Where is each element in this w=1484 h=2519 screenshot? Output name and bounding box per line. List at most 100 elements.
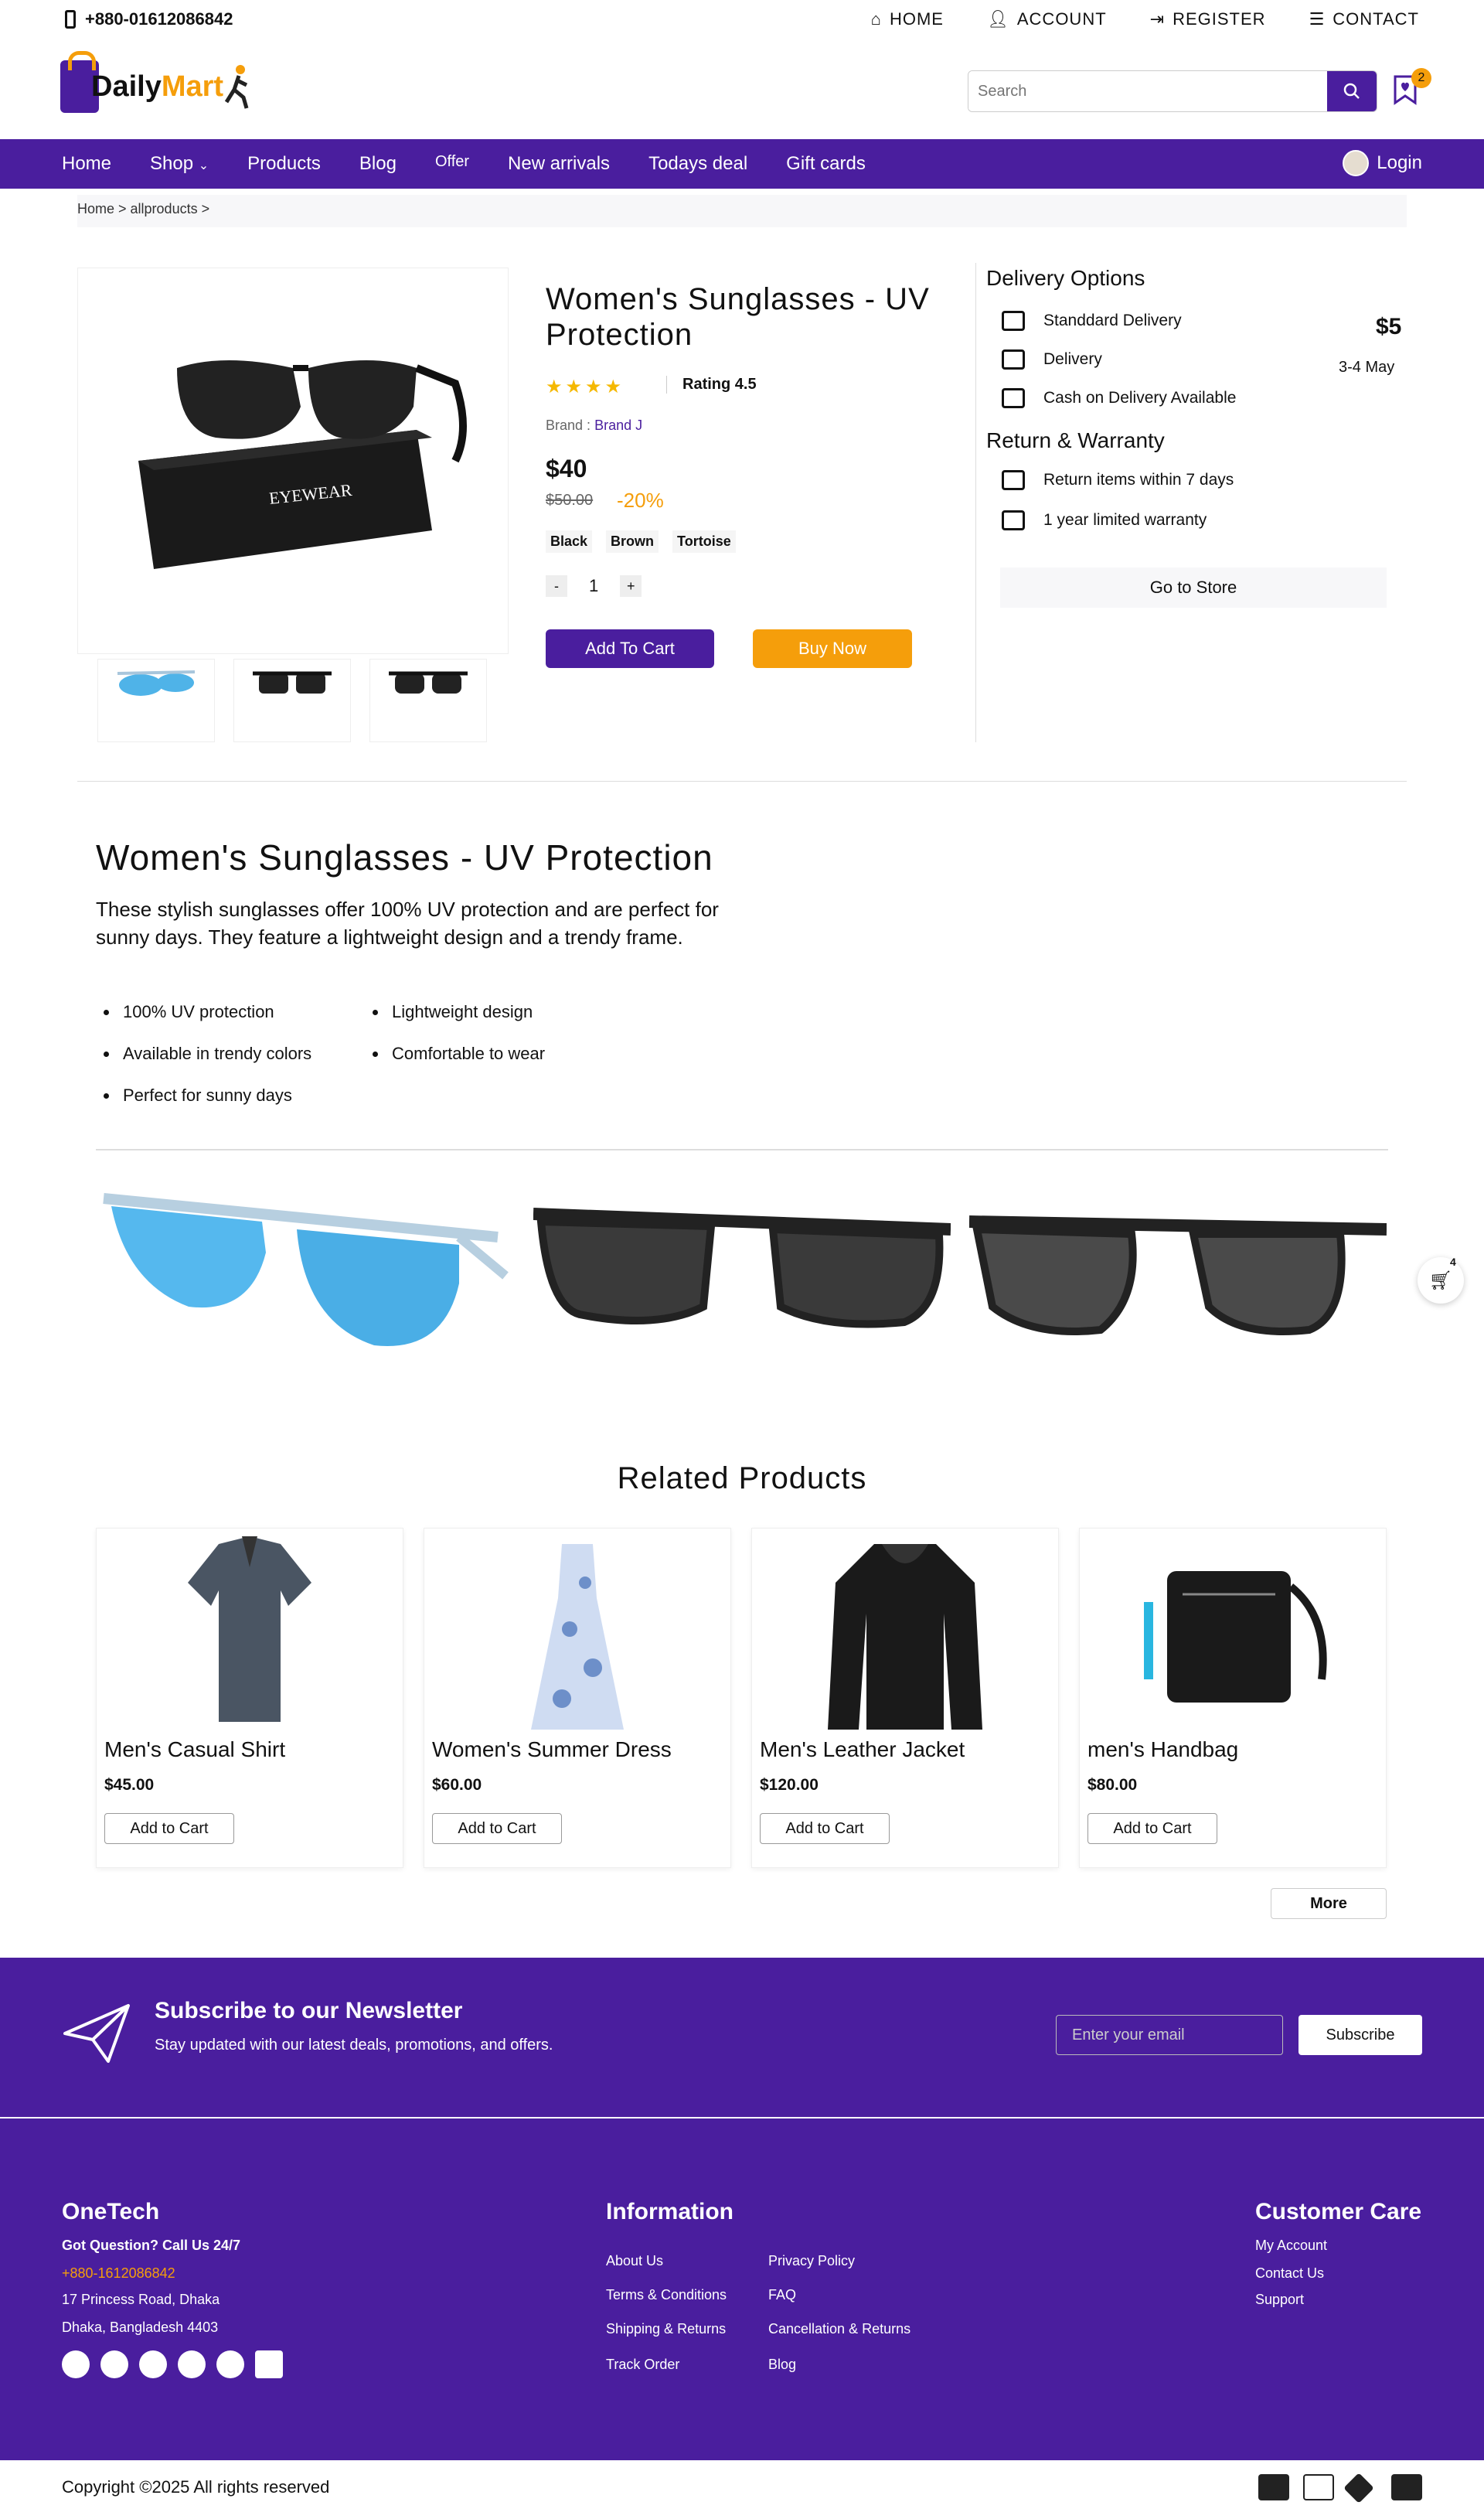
paper-plane-icon — [63, 2004, 130, 2063]
add-to-cart-button[interactable]: Add to Cart — [760, 1813, 890, 1844]
breadcrumb[interactable]: Home > allproducts > — [77, 195, 1407, 227]
telegram-icon[interactable] — [62, 2350, 90, 2378]
return-row: Return items within 7 days — [1002, 470, 1234, 490]
qty-plus-button[interactable]: + — [620, 575, 642, 597]
binance-icon — [1343, 2473, 1374, 2504]
instagram-icon[interactable] — [178, 2350, 206, 2378]
product-title: Women's Sunglasses - UV Protection — [546, 282, 930, 352]
github-icon[interactable] — [216, 2350, 244, 2378]
account-link[interactable]: 👤︎ ACCOUNT — [987, 9, 1107, 29]
gallery-image-blue[interactable] — [96, 1160, 513, 1407]
product-card[interactable]: Men's Leather Jacket $120.00 Add to Cart — [751, 1528, 1059, 1868]
more-button[interactable]: More — [1271, 1888, 1387, 1919]
nav-shop[interactable]: Shop ⌄ — [150, 153, 209, 175]
star-icon: ★ — [604, 377, 622, 397]
linkedin-icon[interactable] — [255, 2350, 283, 2378]
wishlist-button[interactable]: 2 — [1393, 68, 1431, 107]
register-link[interactable]: ⇥ REGISTER — [1150, 9, 1266, 29]
topbar: +880-01612086842 ⌂ HOME 👤︎ ACCOUNT ⇥ REGIST… — [0, 0, 1484, 43]
footer-link[interactable]: My Account — [1255, 2238, 1327, 2254]
footer-link[interactable]: Cancellation & Returns — [768, 2321, 910, 2337]
product-main-image[interactable]: EYEWEAR — [77, 268, 509, 654]
qty-minus-button[interactable]: - — [546, 575, 567, 597]
gallery-image-black-2[interactable] — [969, 1160, 1387, 1407]
thumbnail-blue[interactable] — [97, 659, 215, 742]
newsletter-email-input[interactable]: Enter your email — [1056, 2015, 1283, 2055]
facebook-icon[interactable] — [100, 2350, 128, 2378]
product-price: $80.00 — [1087, 1776, 1138, 1794]
footer-question: Got Question? Call Us 24/7 — [62, 2238, 241, 2253]
buy-now-button[interactable]: Buy Now — [753, 629, 912, 668]
footer-link[interactable]: Shipping & Returns — [606, 2321, 726, 2337]
footer-link[interactable]: Privacy Policy — [768, 2253, 855, 2269]
product-price: $120.00 — [760, 1776, 819, 1794]
footer-address-1: 17 Princess Road, Dhaka — [62, 2292, 220, 2307]
cash-icon — [1002, 388, 1025, 408]
main-nav: Home Shop ⌄ Products Blog Offer New arri… — [0, 139, 1484, 189]
footer-link[interactable]: Contact Us — [1255, 2265, 1324, 2282]
runner-icon — [224, 65, 249, 109]
product-name[interactable]: Men's Leather Jacket — [760, 1737, 965, 1762]
twitter-icon[interactable] — [139, 2350, 167, 2378]
thumbnail-black-2[interactable] — [369, 659, 487, 742]
product-card[interactable]: Women's Summer Dress $60.00 Add to Cart — [424, 1528, 731, 1868]
brand-link[interactable]: Brand J — [594, 418, 642, 433]
add-to-cart-button[interactable]: Add to Cart — [104, 1813, 234, 1844]
search-bar — [968, 70, 1377, 112]
product-price: $45.00 — [104, 1776, 155, 1794]
thumbnail-image — [389, 671, 468, 694]
footer-phone[interactable]: +880-1612086842 — [62, 2265, 175, 2282]
contact-link[interactable]: ☰ CONTACT — [1309, 9, 1419, 29]
footer-info-title: Information — [606, 2199, 733, 2224]
thumbnail-black-1[interactable] — [233, 659, 351, 742]
nav-gift-cards[interactable]: Gift cards — [786, 153, 866, 175]
nav-offer[interactable]: Offer — [435, 153, 469, 175]
newsletter-title: Subscribe to our Newsletter — [155, 1998, 463, 2023]
top-links: ⌂ HOME 👤︎ ACCOUNT ⇥ REGISTER ☰ CONTACT — [871, 9, 1419, 29]
footer-brand: OneTech — [62, 2199, 160, 2224]
dress-image — [531, 1544, 624, 1730]
thumbnail-image — [253, 671, 332, 694]
nav-new-arrivals[interactable]: New arrivals — [508, 153, 610, 175]
footer-link[interactable]: Support — [1255, 2292, 1304, 2308]
search-button[interactable] — [1327, 71, 1377, 111]
chevron-down-icon: ⌄ — [198, 159, 209, 172]
nav-products[interactable]: Products — [247, 153, 321, 175]
quantity-stepper: - 1 + — [546, 575, 642, 597]
product-card[interactable]: men's Handbag $80.00 Add to Cart — [1079, 1528, 1387, 1868]
qty-value[interactable]: 1 — [589, 576, 598, 596]
color-brown[interactable]: Brown — [606, 530, 659, 553]
delivery-price: $5 — [1376, 314, 1402, 339]
search-input[interactable] — [968, 71, 1327, 111]
color-black[interactable]: Black — [546, 530, 593, 553]
add-to-cart-button[interactable]: Add to Cart — [432, 1813, 562, 1844]
gallery-image — [969, 1215, 1387, 1335]
product-name[interactable]: Men's Casual Shirt — [104, 1737, 285, 1762]
subscribe-button[interactable]: Subscribe — [1298, 2015, 1422, 2055]
nav-blog[interactable]: Blog — [359, 153, 397, 175]
add-to-cart-button[interactable]: Add To Cart — [546, 629, 714, 668]
floating-cart-button[interactable]: 🛒︎ 4 — [1418, 1256, 1464, 1304]
home-link[interactable]: ⌂ HOME — [871, 9, 944, 29]
color-tortoise[interactable]: Tortoise — [672, 530, 736, 553]
delivery-truck-icon — [1002, 349, 1025, 370]
phone-number: +880-01612086842 — [85, 9, 233, 29]
cart-count: 4 — [1450, 1256, 1456, 1268]
nav-todays-deal[interactable]: Todays deal — [648, 153, 747, 175]
product-card[interactable]: Men's Casual Shirt $45.00 Add to Cart — [96, 1528, 403, 1868]
footer-link[interactable]: FAQ — [768, 2287, 796, 2303]
phone-icon — [65, 10, 76, 29]
footer-link[interactable]: About Us — [606, 2253, 663, 2269]
logo[interactable]: DailyMart — [60, 51, 254, 113]
nav-home[interactable]: Home — [62, 153, 111, 175]
footer-link[interactable]: Track Order — [606, 2357, 679, 2373]
warranty-row: 1 year limited warranty — [1002, 510, 1207, 530]
product-name[interactable]: men's Handbag — [1087, 1737, 1238, 1762]
go-to-store-button[interactable]: Go to Store — [1000, 568, 1387, 608]
gallery-image-black-1[interactable] — [533, 1160, 951, 1407]
footer-link[interactable]: Terms & Conditions — [606, 2287, 727, 2303]
login-button[interactable]: Login — [1343, 150, 1422, 176]
footer-link[interactable]: Blog — [768, 2357, 796, 2373]
add-to-cart-button[interactable]: Add to Cart — [1087, 1813, 1217, 1844]
product-name[interactable]: Women's Summer Dress — [432, 1737, 672, 1762]
